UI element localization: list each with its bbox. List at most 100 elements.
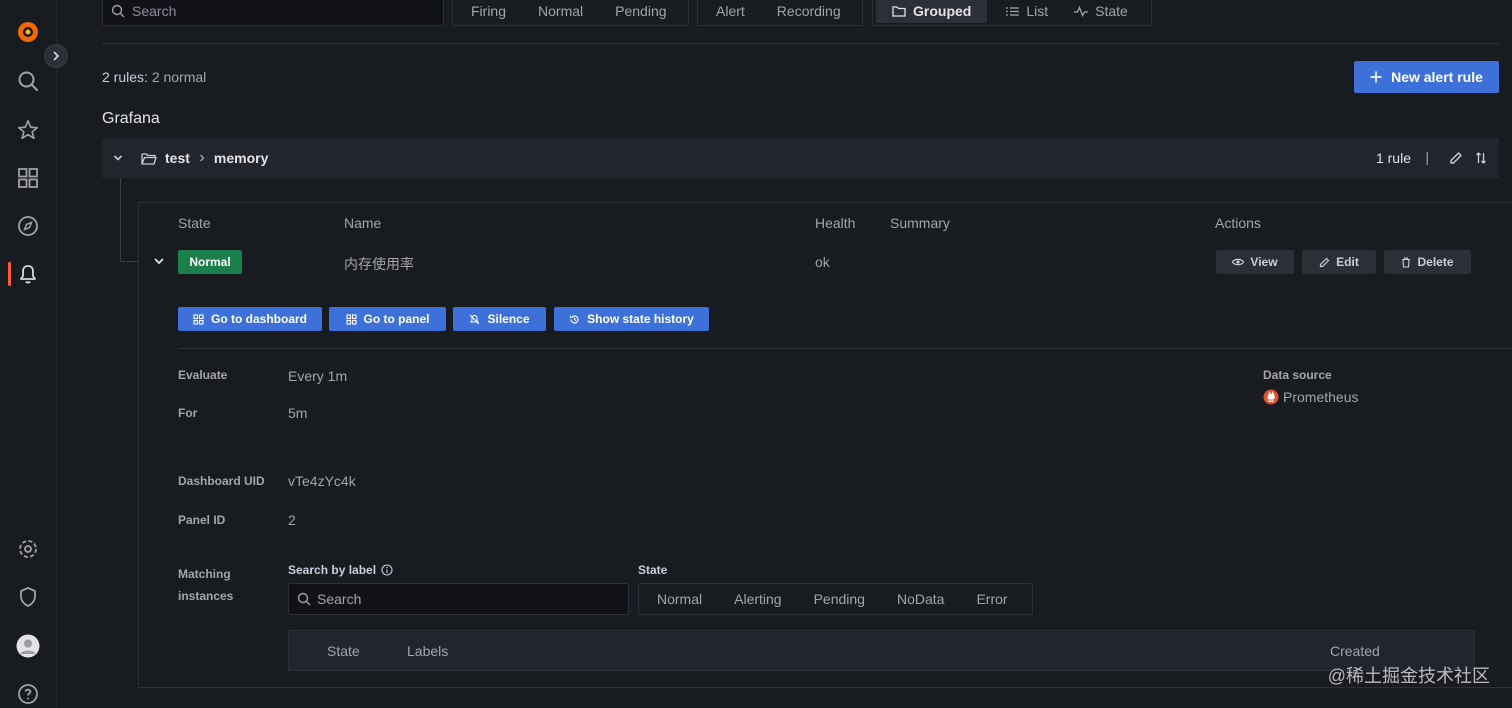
folder-icon bbox=[892, 6, 906, 17]
list-icon bbox=[1006, 6, 1020, 16]
state-filter-group: Firing Normal Pending bbox=[452, 0, 689, 26]
go-to-panel-button[interactable]: Go to panel bbox=[329, 307, 446, 331]
filter-alerting[interactable]: Alerting bbox=[718, 591, 797, 607]
plus-icon bbox=[1370, 71, 1382, 83]
filter-alert[interactable]: Alert bbox=[698, 3, 761, 19]
go-to-dashboard-button[interactable]: Go to dashboard bbox=[178, 307, 322, 331]
rules-table: State Name Health Summary Actions Normal… bbox=[138, 202, 1512, 688]
prometheus-icon bbox=[1263, 389, 1279, 405]
compass-icon[interactable] bbox=[14, 212, 42, 240]
rule-health: ok bbox=[815, 254, 830, 270]
pencil-icon bbox=[1320, 257, 1330, 267]
filter-error[interactable]: Error bbox=[960, 591, 1023, 607]
header-health: Health bbox=[815, 215, 856, 231]
filter-pending[interactable]: Pending bbox=[798, 591, 881, 607]
heartbeat-icon bbox=[1074, 5, 1089, 17]
instances-search-placeholder: Search bbox=[317, 591, 362, 607]
help-icon[interactable] bbox=[14, 680, 42, 708]
sidebar-expand-button[interactable] bbox=[44, 44, 68, 68]
history-icon bbox=[570, 314, 579, 323]
chevron-right-icon bbox=[53, 51, 60, 61]
panel-id-label: Panel ID bbox=[178, 513, 226, 527]
rules-search-input[interactable]: Search bbox=[102, 0, 444, 26]
rule-name: 内存使用率 bbox=[344, 256, 414, 272]
header-state: State bbox=[178, 215, 211, 231]
type-filter-group: Alert Recording bbox=[697, 0, 863, 26]
filter-toolbar: Search Firing Normal Pending Alert Recor… bbox=[102, 0, 1512, 28]
show-state-history-button[interactable]: Show state history bbox=[554, 307, 709, 331]
dashboards-icon[interactable] bbox=[14, 164, 42, 192]
details-divider bbox=[178, 348, 1512, 349]
breadcrumb-separator-icon bbox=[199, 154, 205, 162]
tree-connector-horizontal bbox=[120, 261, 138, 262]
info-circle-icon[interactable] bbox=[381, 564, 393, 576]
filter-normal[interactable]: Normal bbox=[522, 3, 599, 19]
search-icon[interactable] bbox=[14, 67, 42, 95]
star-icon[interactable] bbox=[14, 116, 42, 144]
matching-instances-label-line1: Matching bbox=[178, 567, 231, 581]
header-separator: | bbox=[1425, 149, 1429, 165]
search-icon bbox=[111, 4, 125, 18]
view-list[interactable]: List bbox=[990, 3, 1064, 19]
sort-icon[interactable] bbox=[1475, 151, 1487, 165]
gear-icon[interactable] bbox=[14, 535, 42, 563]
avatar[interactable] bbox=[14, 632, 42, 660]
column-state: State bbox=[327, 643, 360, 659]
instances-state-label: State bbox=[638, 563, 668, 577]
matching-instances-label-line2: instances bbox=[178, 589, 234, 603]
group-name: memory bbox=[213, 150, 269, 166]
silence-button[interactable]: Silence bbox=[453, 307, 546, 331]
bell-icon[interactable] bbox=[14, 260, 42, 288]
view-toggle-group: Grouped List State bbox=[872, 0, 1152, 26]
datasource-value: Prometheus bbox=[1263, 389, 1358, 405]
view-button[interactable]: View bbox=[1216, 250, 1294, 274]
header-actions: Actions bbox=[1215, 215, 1261, 231]
tree-connector bbox=[120, 178, 121, 262]
rules-summary: 2 rules: 2 normal bbox=[102, 69, 207, 85]
active-indicator bbox=[8, 262, 11, 286]
search-by-label-heading: Search by label bbox=[288, 563, 393, 577]
new-alert-rule-button[interactable]: New alert rule bbox=[1354, 61, 1499, 93]
dashboard-uid-value: vTe4zYc4k bbox=[288, 473, 356, 489]
dashboard-uid-label: Dashboard UID bbox=[178, 474, 265, 488]
trash-icon bbox=[1402, 256, 1411, 268]
filter-nodata[interactable]: NoData bbox=[881, 591, 960, 607]
eye-icon bbox=[1232, 258, 1245, 266]
view-state[interactable]: State bbox=[1064, 3, 1144, 19]
filter-recording[interactable]: Recording bbox=[761, 3, 857, 19]
folder-name: test bbox=[165, 150, 190, 166]
rule-group-header[interactable]: test memory 1 rule | bbox=[102, 138, 1499, 178]
evaluate-label: Evaluate bbox=[178, 368, 228, 382]
shield-icon[interactable] bbox=[14, 583, 42, 611]
apps-icon bbox=[345, 313, 357, 325]
folder-open-icon bbox=[141, 152, 157, 165]
column-created: Created bbox=[1330, 643, 1380, 659]
watermark: @稀土掘金技术社区 bbox=[1327, 666, 1490, 686]
pencil-icon[interactable] bbox=[1449, 151, 1463, 165]
column-labels: Labels bbox=[407, 643, 449, 659]
grafana-logo-icon[interactable] bbox=[14, 18, 42, 46]
row-expand-chevron-icon[interactable] bbox=[152, 254, 166, 268]
filter-pending[interactable]: Pending bbox=[599, 3, 682, 19]
search-placeholder: Search bbox=[132, 3, 177, 19]
sidebar bbox=[0, 0, 57, 708]
panel-id-value: 2 bbox=[288, 512, 296, 528]
for-label: For bbox=[178, 406, 198, 420]
evaluate-value: Every 1m bbox=[288, 368, 348, 384]
datasource-label: Data source bbox=[1263, 368, 1332, 382]
instances-search-input[interactable]: Search bbox=[288, 583, 629, 615]
view-grouped[interactable]: Grouped bbox=[876, 0, 988, 23]
filter-normal[interactable]: Normal bbox=[641, 591, 718, 607]
edit-button[interactable]: Edit bbox=[1302, 250, 1376, 274]
table-header: State Name Health Summary Actions bbox=[139, 203, 1512, 243]
header-summary: Summary bbox=[890, 215, 950, 231]
namespace-title: Grafana bbox=[102, 110, 160, 127]
state-badge: Normal bbox=[178, 250, 242, 274]
filter-firing[interactable]: Firing bbox=[453, 3, 522, 19]
instances-table-header: State Labels Created bbox=[288, 630, 1475, 671]
chevron-down-icon[interactable] bbox=[112, 154, 124, 162]
delete-button[interactable]: Delete bbox=[1384, 250, 1471, 274]
header-name: Name bbox=[344, 215, 382, 231]
bell-slash-icon bbox=[470, 314, 480, 324]
rule-count: 1 rule bbox=[1375, 150, 1411, 166]
